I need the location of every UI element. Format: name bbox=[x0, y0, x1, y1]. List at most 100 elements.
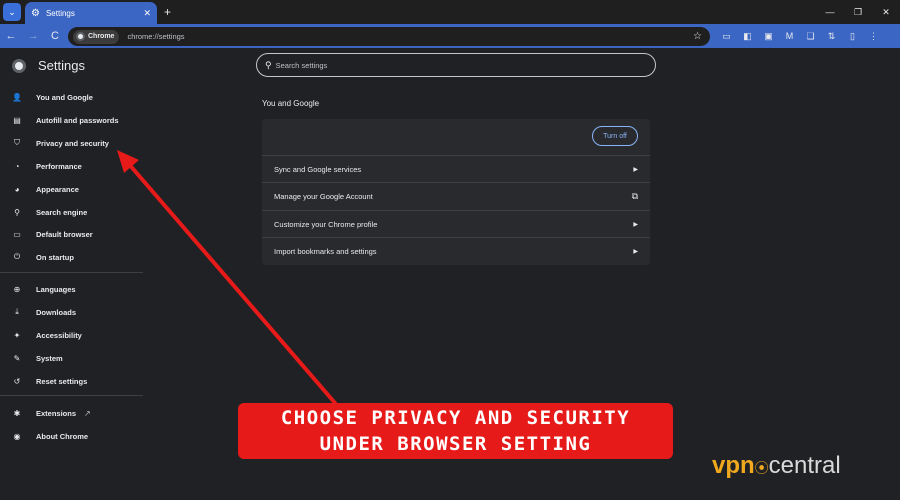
sidebar-divider bbox=[0, 272, 143, 273]
row-customize-profile[interactable]: Customize your Chrome profile ▶ bbox=[262, 210, 650, 237]
callout-line-2: UNDER BROWSER SETTING bbox=[319, 433, 592, 455]
sidebar-item-appearance[interactable]: ◕ Appearance bbox=[0, 178, 143, 200]
row-import-bookmarks[interactable]: Import bookmarks and settings ▶ bbox=[262, 237, 650, 264]
side-panel-icon[interactable]: ▯ bbox=[842, 31, 863, 42]
sidebar-item-on-startup[interactable]: ⏻ On startup bbox=[0, 246, 143, 268]
search-settings-input[interactable]: ⚲ Search settings bbox=[256, 53, 656, 77]
shield-icon: ⛉ bbox=[14, 138, 20, 147]
you-and-google-card: Turn off Sync and Google services ▶ Mana… bbox=[262, 119, 650, 265]
search-placeholder: Search settings bbox=[275, 60, 328, 70]
sidebar-item-search-engine[interactable]: ⚲ Search engine bbox=[0, 201, 143, 223]
sidebar-divider bbox=[0, 395, 143, 396]
sidebar-item-label: Performance bbox=[36, 161, 82, 171]
site-chip-label: Chrome bbox=[88, 33, 115, 40]
sidebar-item-label: Accessibility bbox=[36, 330, 82, 340]
gear-icon: ⚙ bbox=[31, 7, 40, 19]
turn-off-button[interactable]: Turn off bbox=[592, 126, 638, 146]
triangle-right-icon: ▶ bbox=[633, 221, 638, 228]
tab-settings[interactable]: ⚙ Settings ✕ bbox=[25, 2, 157, 24]
row-sync-google-services[interactable]: Sync and Google services ▶ bbox=[262, 155, 650, 182]
chrome-logo-icon bbox=[12, 59, 26, 73]
window-controls: — ❐ ✕ bbox=[816, 0, 900, 24]
puzzle-icon: ✱ bbox=[13, 408, 21, 418]
bookmark-star-icon[interactable]: ☆ bbox=[693, 31, 702, 42]
sidebar-item-system[interactable]: ✎ System bbox=[0, 347, 143, 369]
tab-close-button[interactable]: ✕ bbox=[143, 8, 151, 19]
tab-search-button[interactable]: ⌄ bbox=[3, 3, 21, 21]
minimize-button[interactable]: — bbox=[816, 7, 844, 17]
row-label: Import bookmarks and settings bbox=[274, 246, 377, 256]
close-window-button[interactable]: ✕ bbox=[872, 7, 900, 18]
tab-strip: ⌄ ⚙ Settings ✕ + — ❐ ✕ bbox=[0, 0, 900, 24]
gauge-icon: ◔ bbox=[14, 161, 20, 171]
sidebar-item-about-chrome[interactable]: ◉ About Chrome bbox=[0, 425, 143, 447]
section-title: You and Google bbox=[262, 99, 320, 108]
sidebar-item-downloads[interactable]: ⤓ Downloads bbox=[0, 301, 143, 323]
row-label: Manage your Google Account bbox=[274, 191, 373, 201]
extension-icon[interactable]: ▣ bbox=[758, 31, 779, 42]
address-bar[interactable]: Chrome chrome://settings ☆ bbox=[68, 27, 710, 46]
sidebar-item-label: Extensions bbox=[36, 408, 77, 418]
brand-vpn: vpn bbox=[712, 452, 755, 479]
page-title: Settings bbox=[38, 58, 85, 73]
document-extension-icon[interactable]: ◧ bbox=[737, 31, 758, 42]
wrench-icon: ✎ bbox=[13, 353, 21, 363]
sidebar-item-privacy-security[interactable]: ⛉ Privacy and security bbox=[0, 132, 143, 154]
brand-central: central bbox=[768, 452, 841, 479]
accessibility-icon: ✦ bbox=[13, 330, 21, 340]
m-extension-icon[interactable]: M bbox=[779, 31, 800, 41]
maximize-button[interactable]: ❐ bbox=[844, 7, 872, 18]
puzzle-icon[interactable]: ❏ bbox=[800, 31, 821, 42]
media-controls-icon[interactable]: ⇅ bbox=[821, 31, 842, 42]
sidebar-item-label: On startup bbox=[36, 252, 74, 262]
person-icon: 👤 bbox=[12, 92, 22, 102]
tab-title: Settings bbox=[45, 8, 75, 18]
sidebar-item-accessibility[interactable]: ✦ Accessibility bbox=[0, 324, 143, 346]
row-label: Sync and Google services bbox=[274, 164, 362, 174]
kebab-menu-icon[interactable]: ⋮ bbox=[863, 31, 884, 42]
sidebar-item-autofill[interactable]: ▤ Autofill and passwords bbox=[0, 109, 143, 131]
sidebar-item-label: Languages bbox=[36, 284, 76, 294]
sidebar-item-label: Reset settings bbox=[36, 376, 88, 386]
sidebar-item-you-and-google[interactable]: 👤 You and Google bbox=[0, 86, 143, 108]
site-info-chip[interactable]: Chrome bbox=[73, 29, 120, 44]
toolbar: ← → C Chrome chrome://settings ☆ ▭ ◧ ▣ M… bbox=[0, 24, 900, 48]
reset-icon: ↺ bbox=[13, 376, 21, 386]
vpncentral-logo: vpn⦿central bbox=[712, 452, 841, 480]
sidebar-item-reset-settings[interactable]: ↺ Reset settings bbox=[0, 370, 143, 392]
palette-icon: ◕ bbox=[14, 184, 20, 194]
power-icon: ⏻ bbox=[13, 252, 21, 261]
triangle-right-icon: ▶ bbox=[633, 248, 638, 255]
reload-button[interactable]: C bbox=[44, 30, 66, 42]
browser-icon: ▭ bbox=[13, 229, 21, 239]
open-external-icon: ⧉ bbox=[631, 190, 638, 201]
search-icon: ⚲ bbox=[265, 59, 272, 70]
sidebar-item-performance[interactable]: ◔ Performance bbox=[0, 155, 143, 177]
url-text[interactable]: chrome://settings bbox=[127, 32, 184, 41]
cast-icon[interactable]: ▭ bbox=[716, 31, 737, 42]
forward-button[interactable]: → bbox=[22, 30, 44, 42]
location-pin-icon: ⦿ bbox=[754, 460, 769, 476]
open-external-icon: ↗ bbox=[84, 408, 91, 418]
search-icon: ⚲ bbox=[14, 207, 20, 217]
chrome-icon: ◉ bbox=[13, 431, 21, 441]
triangle-right-icon: ▶ bbox=[633, 166, 638, 173]
sidebar-item-extensions[interactable]: ✱ Extensions ↗ bbox=[0, 402, 143, 424]
row-label: Customize your Chrome profile bbox=[274, 219, 378, 229]
row-manage-google-account[interactable]: Manage your Google Account ⧉ bbox=[262, 182, 650, 209]
sidebar-item-label: Default browser bbox=[36, 229, 93, 239]
back-button[interactable]: ← bbox=[0, 30, 22, 42]
chrome-icon bbox=[76, 32, 85, 41]
sidebar-item-label: Search engine bbox=[36, 207, 88, 217]
sidebar-item-label: Autofill and passwords bbox=[36, 115, 119, 125]
new-tab-button[interactable]: + bbox=[164, 5, 171, 19]
sidebar-item-label: Appearance bbox=[36, 184, 79, 194]
annotation-callout: CHOOSE PRIVACY AND SECURITY UNDER BROWSE… bbox=[238, 403, 673, 459]
download-icon: ⤓ bbox=[15, 307, 19, 316]
sidebar-item-default-browser[interactable]: ▭ Default browser bbox=[0, 223, 143, 245]
sidebar-item-languages[interactable]: ⊕ Languages bbox=[0, 278, 143, 300]
sidebar-item-label: Privacy and security bbox=[36, 138, 109, 148]
callout-line-1: CHOOSE PRIVACY AND SECURITY bbox=[280, 407, 631, 429]
sidebar-item-label: System bbox=[36, 353, 63, 363]
extension-toolbar: ▭ ◧ ▣ M ❏ ⇅ ▯ ⋮ bbox=[716, 24, 884, 48]
